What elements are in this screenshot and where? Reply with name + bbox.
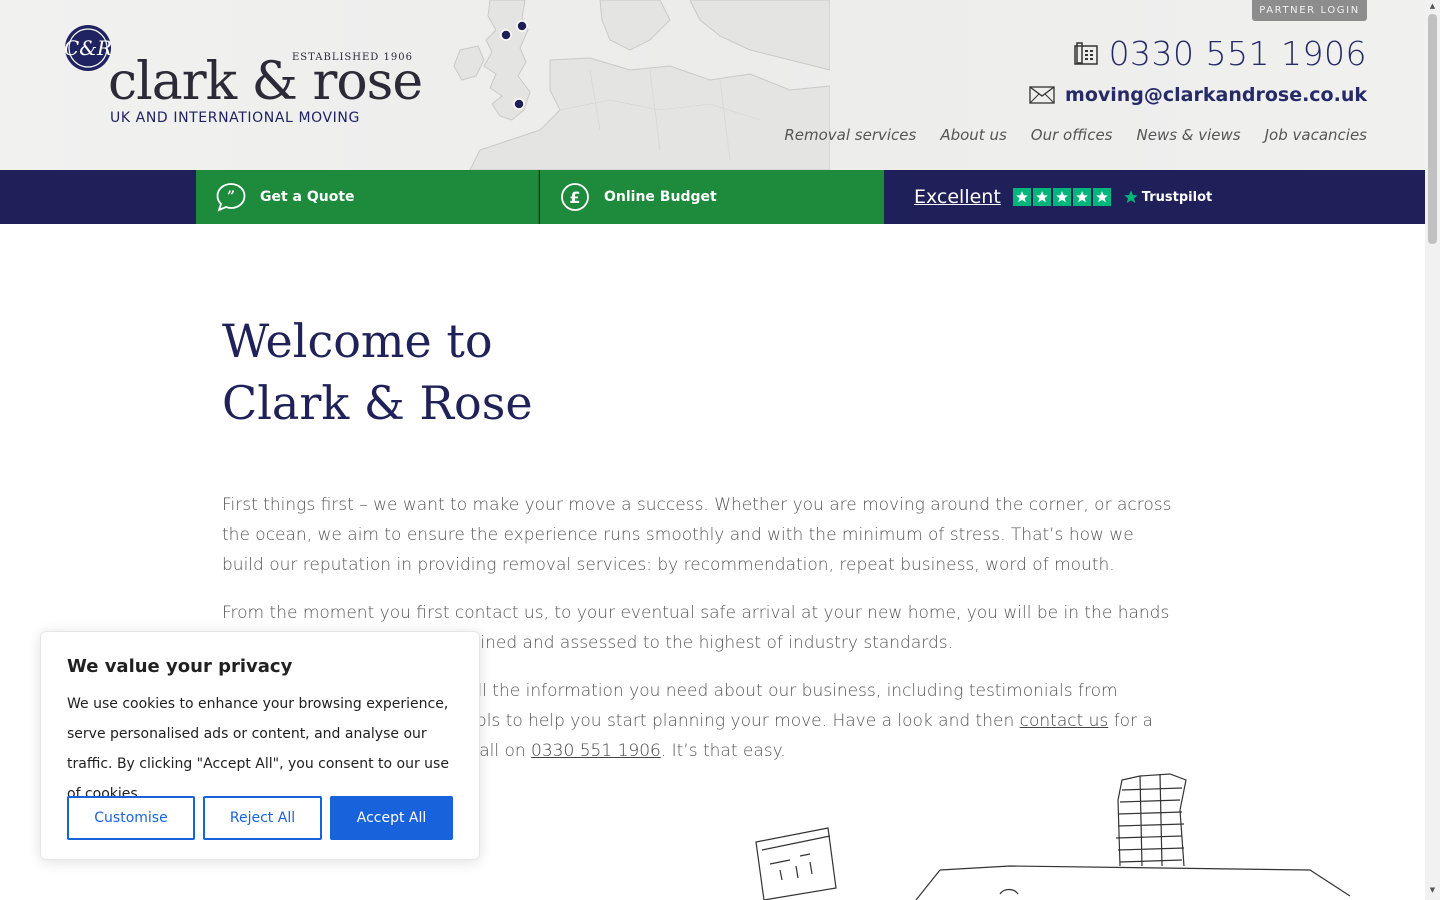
third-paragraph-text-c: . It’s that easy. [660, 741, 786, 761]
scroll-down-arrow-icon[interactable]: ▼ [1428, 886, 1437, 894]
cookie-buttons: Customise Reject All Accept All [67, 796, 453, 840]
trustpilot-star-icon [1124, 190, 1138, 203]
online-budget-label: Online Budget [604, 189, 717, 205]
brand-name: clark & rose [108, 52, 423, 112]
site-logo[interactable]: C&R ESTABLISHED 1906 clark & rose UK AND… [62, 24, 423, 134]
site-header: C&R ESTABLISHED 1906 clark & rose UK AND… [0, 0, 1425, 170]
intro-paragraph: First things first – we want to make you… [222, 495, 1172, 575]
office-marker [513, 98, 525, 110]
nav-about-us[interactable]: About us [940, 126, 1006, 144]
page-title-line-1: Welcome to [222, 314, 493, 368]
action-bar: ” Get a Quote £ Online Budget Excellent … [0, 170, 1425, 224]
nav-job-vacancies[interactable]: Job vacancies [1265, 126, 1367, 144]
phone-number[interactable]: 0330 551 1906 [1109, 34, 1367, 73]
speech-bubble-icon: ” [216, 183, 246, 212]
phone-link[interactable]: 0330 551 1906 [531, 741, 661, 761]
trustpilot-brand-text: Trustpilot [1141, 189, 1213, 205]
brand-tagline: UK AND INTERNATIONAL MOVING [110, 110, 360, 126]
header-phone[interactable]: 0330 551 1906 [1073, 34, 1367, 73]
office-marker [516, 20, 528, 32]
nav-news-views[interactable]: News & views [1137, 126, 1241, 144]
envelope-icon [1029, 86, 1055, 104]
trustpilot-widget[interactable]: Excellent Trustpilot [914, 170, 1212, 224]
star-icon [1092, 188, 1111, 206]
header-email[interactable]: moving@clarkandrose.co.uk [1029, 84, 1367, 106]
page-title: Welcome to Clark & Rose [222, 310, 722, 434]
main-nav: Removal services About us Our offices Ne… [784, 126, 1367, 144]
cookie-description: We use cookies to enhance your browsing … [67, 696, 449, 802]
trustpilot-logo: Trustpilot [1123, 189, 1212, 205]
nav-removal-services[interactable]: Removal services [784, 126, 916, 144]
partner-login-button[interactable]: PARTNER LOGIN [1252, 0, 1367, 21]
svg-text:”: ” [227, 189, 235, 205]
pound-coin-icon: £ [561, 183, 589, 211]
scrollbar-thumb[interactable] [1428, 14, 1437, 244]
office-marker [500, 29, 512, 41]
cookie-consent-dialog: We value your privacy We use cookies to … [40, 631, 480, 860]
get-quote-button[interactable]: ” Get a Quote [196, 170, 539, 224]
online-budget-button[interactable]: £ Online Budget [540, 170, 884, 224]
star-icon [1052, 188, 1071, 206]
contact-us-link[interactable]: contact us [1020, 711, 1109, 731]
trustpilot-stars [1012, 188, 1111, 206]
svg-text:£: £ [569, 188, 580, 207]
reject-all-button[interactable]: Reject All [203, 796, 322, 840]
star-icon [1012, 188, 1031, 206]
star-icon [1032, 188, 1051, 206]
europe-map-graphic [453, 0, 830, 170]
accept-all-button[interactable]: Accept All [330, 796, 453, 840]
star-icon [1072, 188, 1091, 206]
telephone-icon [1073, 41, 1098, 65]
customise-button[interactable]: Customise [67, 796, 195, 840]
svg-text:C&R: C&R [64, 36, 112, 60]
get-quote-label: Get a Quote [260, 189, 355, 205]
scroll-up-arrow-icon[interactable]: ▲ [1428, 2, 1437, 10]
trustpilot-rating[interactable]: Excellent [914, 186, 1001, 208]
nav-our-offices[interactable]: Our offices [1031, 126, 1113, 144]
moving-boxes-sketch [755, 773, 1351, 900]
logo-seal-icon: C&R [64, 25, 112, 71]
email-link[interactable]: moving@clarkandrose.co.uk [1065, 84, 1367, 106]
cookie-title: We value your privacy [67, 656, 293, 677]
page-title-line-2: Clark & Rose [222, 376, 533, 430]
page-scrollbar[interactable]: ▲ ▼ [1425, 0, 1440, 900]
